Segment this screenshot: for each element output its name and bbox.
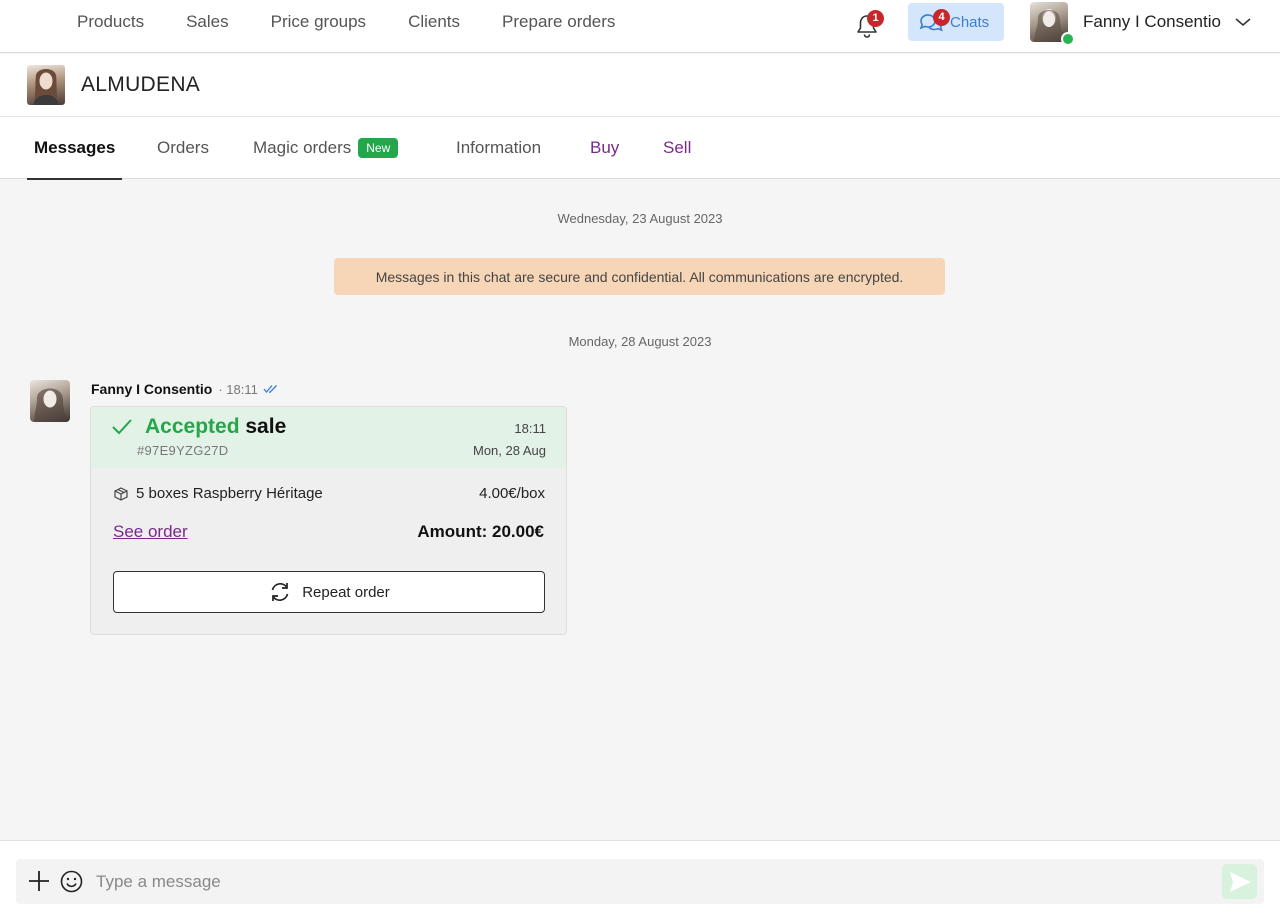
- check-icon: [112, 419, 132, 435]
- date-separator: Wednesday, 23 August 2023: [557, 211, 723, 226]
- message-composer: [0, 840, 1280, 920]
- message-time: · 18:11: [218, 381, 258, 397]
- nav-sales[interactable]: Sales: [165, 12, 250, 32]
- chats-badge: 4: [933, 9, 950, 26]
- see-order-link[interactable]: See order: [113, 522, 188, 542]
- nav-price-groups[interactable]: Price groups: [250, 12, 387, 32]
- double-check-icon: [263, 385, 277, 394]
- tab-buy[interactable]: Buy: [590, 117, 619, 179]
- encryption-notice: Messages in this chat are secure and con…: [334, 258, 945, 295]
- nav-clients[interactable]: Clients: [387, 12, 481, 32]
- emoji-icon[interactable]: [60, 870, 83, 893]
- notifications-button[interactable]: 1: [854, 10, 884, 40]
- chats-button[interactable]: 4 Chats: [908, 3, 1004, 41]
- order-item-label: 5 boxes Raspberry Héritage: [136, 485, 323, 502]
- contact-header: ALMUDENA: [0, 54, 1280, 117]
- order-item-price: 4.00€/box: [479, 485, 545, 502]
- message-header: Fanny I Consentio · 18:11: [91, 381, 278, 397]
- send-button[interactable]: [1222, 864, 1257, 899]
- order-status: Accepted sale: [145, 415, 286, 439]
- tab-information[interactable]: Information: [456, 117, 541, 179]
- repeat-order-label: Repeat order: [302, 583, 390, 601]
- boxes-icon: [114, 486, 128, 501]
- order-card-header: Accepted sale #97E9YZG27D 18:11 Mon, 28 …: [91, 407, 566, 468]
- tab-sell[interactable]: Sell: [663, 117, 691, 179]
- order-time: 18:11: [514, 421, 546, 436]
- message-author: Fanny I Consentio: [91, 381, 213, 397]
- order-card: Accepted sale #97E9YZG27D 18:11 Mon, 28 …: [90, 406, 567, 635]
- notifications-badge: 1: [867, 10, 884, 27]
- chat-tabs: Messages Orders Magic orders New Informa…: [0, 117, 1280, 180]
- order-id: #97E9YZG27D: [137, 443, 229, 458]
- repeat-order-button[interactable]: Repeat order: [113, 571, 545, 613]
- composer-box: [16, 859, 1264, 904]
- chat-area[interactable]: Wednesday, 23 August 2023 Messages in th…: [0, 180, 1280, 840]
- order-type: sale: [245, 415, 287, 438]
- tab-magic-orders-label: Magic orders: [253, 138, 352, 157]
- message-input[interactable]: [96, 865, 1196, 898]
- message-author-avatar[interactable]: [30, 380, 70, 422]
- order-date: Mon, 28 Aug: [473, 443, 546, 458]
- online-status-dot: [1061, 32, 1075, 46]
- user-name: Fanny I Consentio: [1083, 12, 1221, 31]
- order-item-row: 5 boxes Raspberry Héritage 4.00€/box: [113, 485, 545, 502]
- nav-prepare-orders[interactable]: Prepare orders: [481, 12, 636, 32]
- refresh-icon: [271, 583, 289, 601]
- nav-products[interactable]: Products: [56, 12, 165, 32]
- order-status-word: Accepted: [145, 415, 240, 438]
- send-icon: [1229, 871, 1251, 892]
- chats-label: Chats: [950, 13, 990, 31]
- contact-name: ALMUDENA: [81, 73, 201, 96]
- tab-magic-orders[interactable]: Magic orders New: [253, 117, 399, 179]
- plus-icon[interactable]: [27, 869, 51, 893]
- chevron-down-icon: [1235, 18, 1251, 27]
- main-nav-links: Products Sales Price groups Clients Prep…: [56, 0, 636, 44]
- tab-orders[interactable]: Orders: [157, 117, 209, 179]
- new-badge: New: [358, 138, 399, 158]
- tab-messages[interactable]: Messages: [26, 117, 123, 180]
- order-amount: Amount: 20.00€: [417, 522, 544, 541]
- date-separator: Monday, 28 August 2023: [568, 334, 712, 349]
- top-navigation: Products Sales Price groups Clients Prep…: [0, 0, 1280, 53]
- contact-avatar: [27, 65, 65, 105]
